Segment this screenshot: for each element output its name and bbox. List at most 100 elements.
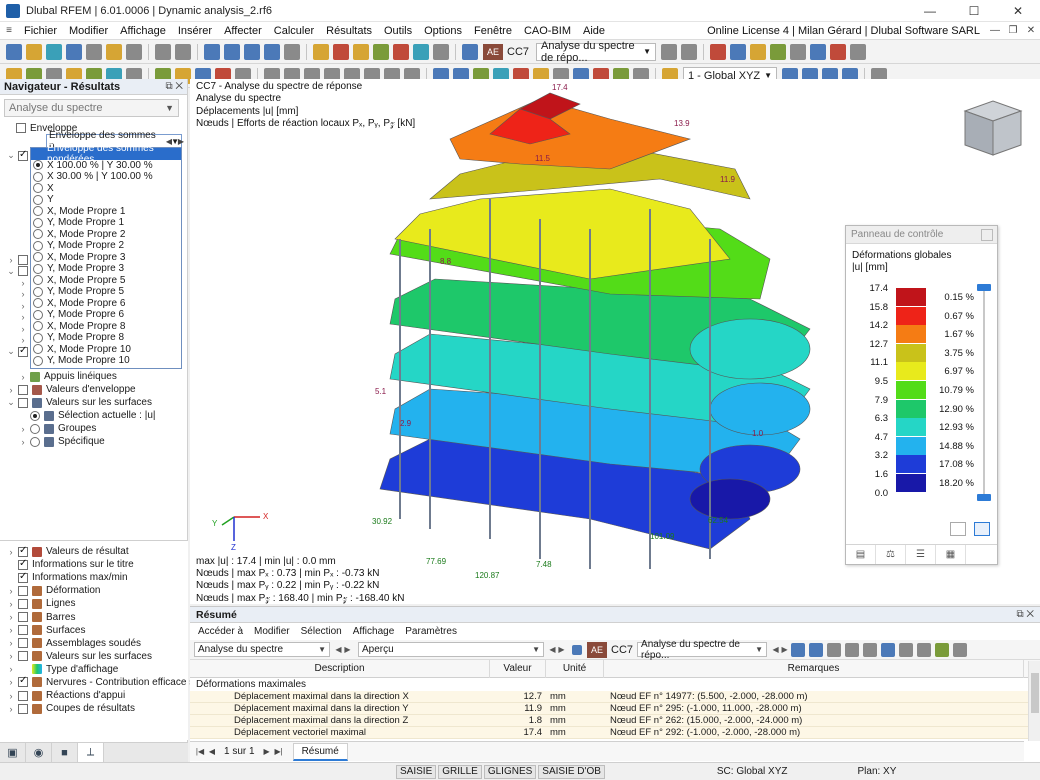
- next-lc-icon[interactable]: [681, 43, 698, 60]
- cloud-icon[interactable]: [46, 43, 62, 60]
- analysis-combo[interactable]: Analyse du spectre ▼: [4, 99, 179, 117]
- print-icon[interactable]: [917, 642, 932, 657]
- doc-minimize-icon[interactable]: —: [986, 25, 1004, 36]
- summary-menu-acceder[interactable]: Accéder à: [198, 626, 243, 637]
- table-row[interactable]: Déplacement maximal dans la direction X 1…: [190, 691, 1040, 703]
- calc-icon[interactable]: [313, 43, 329, 60]
- settings-icon[interactable]: [950, 522, 966, 536]
- col-description[interactable]: Description: [190, 659, 490, 678]
- color-icon[interactable]: [572, 644, 582, 655]
- first-page-icon[interactable]: |◀: [194, 747, 206, 756]
- dropdown-item[interactable]: X, Mode Propre 10: [31, 344, 181, 356]
- dropdown-item[interactable]: Y, Mode Propre 10: [31, 355, 181, 367]
- menu-outils[interactable]: Outils: [378, 25, 418, 37]
- dropdown-selected-item[interactable]: Enveloppe des sommes pondérées: [31, 143, 181, 165]
- dropdown-item[interactable]: Y, Mode Propre 3: [31, 263, 181, 275]
- summary-analysis-combo[interactable]: Analyse du spectre ▼: [194, 642, 330, 657]
- dropdown-item[interactable]: X, Mode Propre 3: [31, 252, 181, 264]
- display-item[interactable]: Informations max/min: [0, 571, 188, 584]
- menu-affecter[interactable]: Affecter: [218, 25, 268, 37]
- color-icon[interactable]: [462, 43, 478, 60]
- legend-slider-bottom[interactable]: [977, 494, 991, 501]
- expand-icon[interactable]: ⌄: [6, 150, 16, 161]
- display-item[interactable]: › Coupes de résultats: [0, 702, 188, 715]
- expand-icon[interactable]: ›: [18, 278, 28, 288]
- dropdown-item[interactable]: Y, Mode Propre 5: [31, 286, 181, 298]
- more-icon[interactable]: [850, 43, 867, 60]
- display-icon[interactable]: [353, 43, 369, 60]
- status-grille[interactable]: GRILLE: [438, 764, 482, 779]
- expand-icon[interactable]: ⌄: [6, 346, 16, 357]
- undo-icon[interactable]: [155, 43, 171, 60]
- model-icon[interactable]: [106, 43, 122, 60]
- display-item[interactable]: › Type d'affichage: [0, 663, 188, 676]
- pin-close-icon[interactable]: ⧉ ✕: [1016, 609, 1034, 620]
- display-item[interactable]: › Valeurs sur les surfaces: [0, 650, 188, 663]
- menu-inserer[interactable]: Insérer: [172, 25, 218, 37]
- display-item[interactable]: › Surfaces: [0, 624, 188, 637]
- camera-icon[interactable]: ▣: [0, 743, 26, 762]
- dropdown-item[interactable]: Y, Mode Propre 8: [31, 332, 181, 344]
- table-row[interactable]: Déplacement maximal dans la direction Y 1…: [190, 703, 1040, 715]
- legend-icon[interactable]: [830, 43, 847, 60]
- results-icon[interactable]: [333, 43, 349, 60]
- prev-icon[interactable]: ◀: [771, 645, 780, 654]
- view-4-icon[interactable]: [264, 43, 280, 60]
- prev-lc-icon[interactable]: [661, 43, 678, 60]
- menu-resultats[interactable]: Résultats: [320, 25, 378, 37]
- tree-item-valeurs-surfaces[interactable]: ⌄ Valeurs sur les surfaces: [6, 396, 188, 409]
- tree-item-appuis-lineiques[interactable]: › Appuis linéiques: [6, 370, 188, 383]
- grid-icon[interactable]: [790, 43, 807, 60]
- next-page-icon[interactable]: ▶: [261, 747, 273, 756]
- next-icon[interactable]: ▶: [343, 645, 352, 654]
- table-row[interactable]: Déplacement vectoriel maximal 17.4 mm Nœud …: [190, 727, 1040, 739]
- tree-item-valeurs-enveloppe[interactable]: › Valeurs d'enveloppe: [6, 383, 188, 396]
- next-icon[interactable]: ▶: [780, 645, 789, 654]
- animate-icon[interactable]: [730, 43, 747, 60]
- minimize-button[interactable]: —: [908, 0, 952, 22]
- axis-icon[interactable]: ⟂: [78, 743, 104, 762]
- save-icon[interactable]: [66, 43, 82, 60]
- legend-slider-top[interactable]: [977, 284, 991, 291]
- display-item[interactable]: › Lignes: [0, 597, 188, 610]
- edit-scale-icon[interactable]: [974, 522, 990, 536]
- view-cube[interactable]: [953, 91, 1025, 163]
- tree-item-groupes[interactable]: › Groupes: [6, 422, 188, 435]
- open-file-icon[interactable]: [26, 43, 42, 60]
- expand-icon[interactable]: ›: [18, 437, 28, 447]
- summary-menu-modifier[interactable]: Modifier: [254, 626, 290, 637]
- tree-radio[interactable]: [30, 423, 40, 434]
- color-scale-icon[interactable]: ▤: [846, 545, 876, 564]
- columns-icon[interactable]: [863, 642, 878, 657]
- export-icon[interactable]: [899, 642, 914, 657]
- display-item[interactable]: › Assemblages soudés: [0, 637, 188, 650]
- settings-icon[interactable]: [953, 642, 968, 657]
- status-glignes[interactable]: GLIGNES: [483, 764, 537, 779]
- report-icon[interactable]: [433, 43, 449, 60]
- redo-icon[interactable]: [175, 43, 191, 60]
- last-page-icon[interactable]: ▶|: [273, 747, 285, 756]
- summary-scrollbar[interactable]: [1028, 661, 1040, 741]
- prev-icon[interactable]: ◀: [548, 645, 557, 654]
- tree-checkbox[interactable]: [18, 149, 28, 161]
- tree-radio[interactable]: [30, 410, 40, 421]
- filter-icon[interactable]: [809, 642, 824, 657]
- dropdown-item[interactable]: Y: [31, 194, 181, 206]
- tree-checkbox[interactable]: [18, 345, 28, 357]
- relation-icon[interactable]: [845, 642, 860, 657]
- scrollbar-thumb[interactable]: [1031, 673, 1039, 713]
- menu-options[interactable]: Options: [418, 25, 468, 37]
- status-saisie-ob[interactable]: SAISIE D'OB: [538, 764, 605, 779]
- tree-radio[interactable]: [30, 436, 40, 447]
- expand-icon[interactable]: ›: [18, 424, 28, 434]
- chart-icon[interactable]: ▦: [936, 545, 966, 564]
- maximize-button[interactable]: ☐: [952, 0, 996, 22]
- dropdown-item[interactable]: Y, Mode Propre 2: [31, 240, 181, 252]
- display-item[interactable]: ›Valeurs de résultat: [0, 545, 188, 558]
- summary-group-row[interactable]: Déformations maximales: [190, 678, 1040, 691]
- close-button[interactable]: ✕: [996, 0, 1040, 22]
- check-icon[interactable]: [373, 43, 389, 60]
- summary-menu-selection[interactable]: Sélection: [301, 626, 342, 637]
- dropdown-item[interactable]: X, Mode Propre 8: [31, 321, 181, 333]
- dropdown-item[interactable]: X: [31, 183, 181, 195]
